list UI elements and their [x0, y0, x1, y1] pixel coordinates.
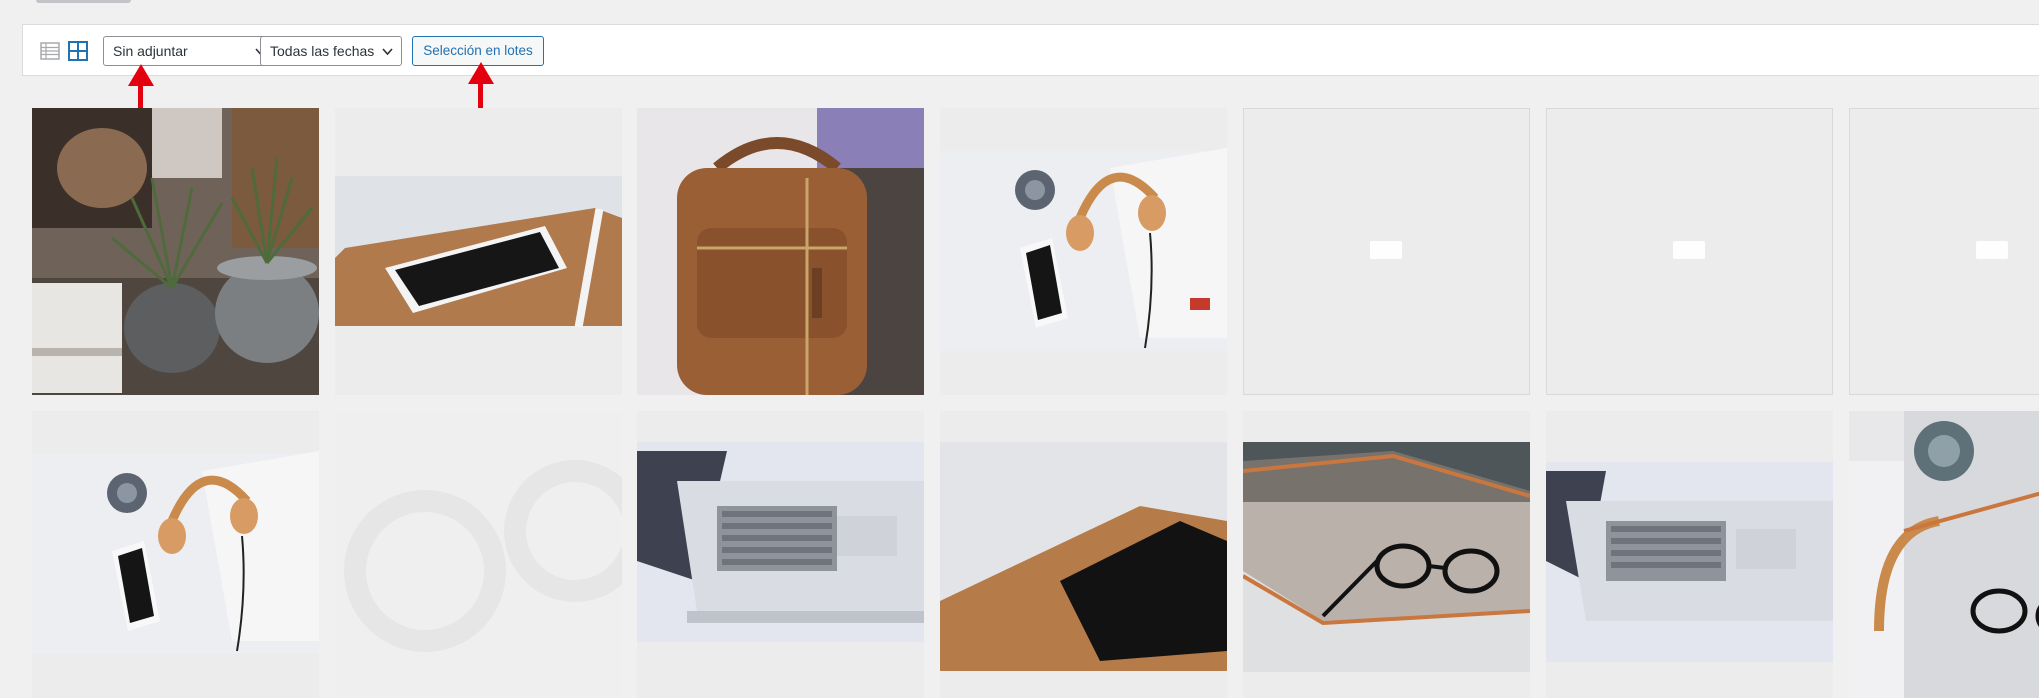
media-thumbnail-headphones[interactable] [32, 411, 319, 698]
image-placeholder-icon [1370, 241, 1402, 259]
media-thumbnail-plants[interactable] [32, 108, 319, 395]
media-thumbnail-succulent[interactable] [1849, 411, 2039, 698]
media-thumbnail-phone[interactable] [335, 108, 622, 395]
media-thumbnail-glasses[interactable] [1243, 411, 1530, 698]
media-thumbnail-tablet[interactable] [940, 411, 1227, 698]
image-placeholder-icon [1673, 241, 1705, 259]
media-thumbnail-headphones[interactable] [940, 108, 1227, 395]
media-thumbnail-backpack[interactable] [637, 108, 924, 395]
media-thumbnail-laptop[interactable] [637, 411, 924, 698]
media-thumbnail-placeholder[interactable] [335, 411, 622, 698]
media-grid [0, 0, 2039, 698]
media-thumbnail-placeholder[interactable] [1546, 108, 1833, 395]
media-thumbnail-placeholder[interactable] [1849, 108, 2039, 395]
media-thumbnail-laptop[interactable] [1546, 411, 1833, 698]
image-placeholder-icon [1976, 241, 2008, 259]
media-thumbnail-placeholder[interactable] [1243, 108, 1530, 395]
